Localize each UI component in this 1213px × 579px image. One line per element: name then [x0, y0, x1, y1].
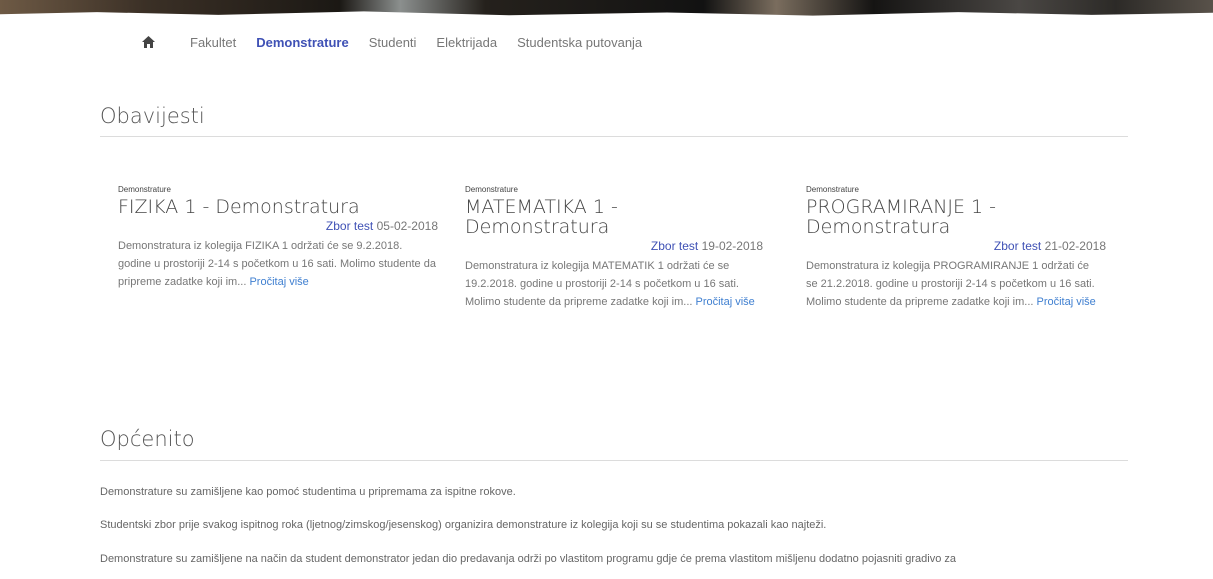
notice-date: 21-02-2018: [1044, 239, 1106, 253]
main-nav: Fakultet Demonstrature Studenti Elektrij…: [142, 32, 662, 52]
notice-category: Demonstrature: [465, 185, 518, 194]
notice-title[interactable]: MATEMATIKA 1 - Demonstratura: [465, 197, 685, 237]
notice-author[interactable]: Zbor test: [651, 239, 698, 253]
notice-date: 05-02-2018: [376, 219, 438, 233]
notice-title[interactable]: PROGRAMIRANJE 1 - Demonstratura: [806, 197, 1046, 237]
nav-item-studentska-putovanja[interactable]: Studentska putovanja: [517, 35, 642, 50]
home-icon[interactable]: [142, 35, 156, 49]
notice-meta: Zbor test 19-02-2018: [465, 239, 763, 253]
notice-meta: Zbor test 05-02-2018: [118, 219, 438, 233]
notice-date: 19-02-2018: [701, 239, 763, 253]
notice-meta: Zbor test 21-02-2018: [806, 239, 1106, 253]
opcenito-heading: Općenito: [100, 427, 195, 451]
notice-title[interactable]: FIZIKA 1 - Demonstratura: [118, 197, 438, 217]
read-more-link[interactable]: Pročitaj više: [1037, 296, 1096, 308]
nav-item-fakultet[interactable]: Fakultet: [190, 35, 236, 50]
nav-item-demonstrature[interactable]: Demonstrature: [256, 35, 348, 50]
obavijesti-divider: [100, 136, 1128, 137]
opcenito-paragraph: Demonstrature su zamišljene kao pomoć st…: [100, 486, 516, 498]
notice-card: Demonstrature FIZIKA 1 - Demonstratura Z…: [118, 185, 438, 291]
opcenito-paragraph: Studentski zbor prije svakog ispitnog ro…: [100, 519, 827, 531]
hero-banner-strip: [0, 0, 1213, 17]
notice-category: Demonstrature: [118, 185, 171, 194]
notice-author[interactable]: Zbor test: [994, 239, 1041, 253]
notice-author[interactable]: Zbor test: [326, 219, 373, 233]
notice-card: Demonstrature PROGRAMIRANJE 1 - Demonstr…: [806, 185, 1126, 311]
notice-excerpt: Demonstratura iz kolegija PROGRAMIRANJE …: [806, 257, 1096, 311]
notice-card: Demonstrature MATEMATIKA 1 - Demonstratu…: [465, 185, 785, 311]
nav-item-studenti[interactable]: Studenti: [369, 35, 417, 50]
opcenito-divider: [100, 460, 1128, 461]
notice-category: Demonstrature: [806, 185, 859, 194]
opcenito-paragraph: Demonstrature su zamišljene na način da …: [100, 553, 957, 565]
obavijesti-heading: Obavijesti: [100, 104, 205, 128]
read-more-link[interactable]: Pročitaj više: [696, 296, 755, 308]
notice-excerpt: Demonstratura iz kolegija FIZIKA 1 održa…: [118, 237, 438, 291]
read-more-link[interactable]: Pročitaj više: [249, 276, 308, 288]
nav-item-elektrijada[interactable]: Elektrijada: [436, 35, 497, 50]
notice-excerpt: Demonstratura iz kolegija MATEMATIK 1 od…: [465, 257, 755, 311]
